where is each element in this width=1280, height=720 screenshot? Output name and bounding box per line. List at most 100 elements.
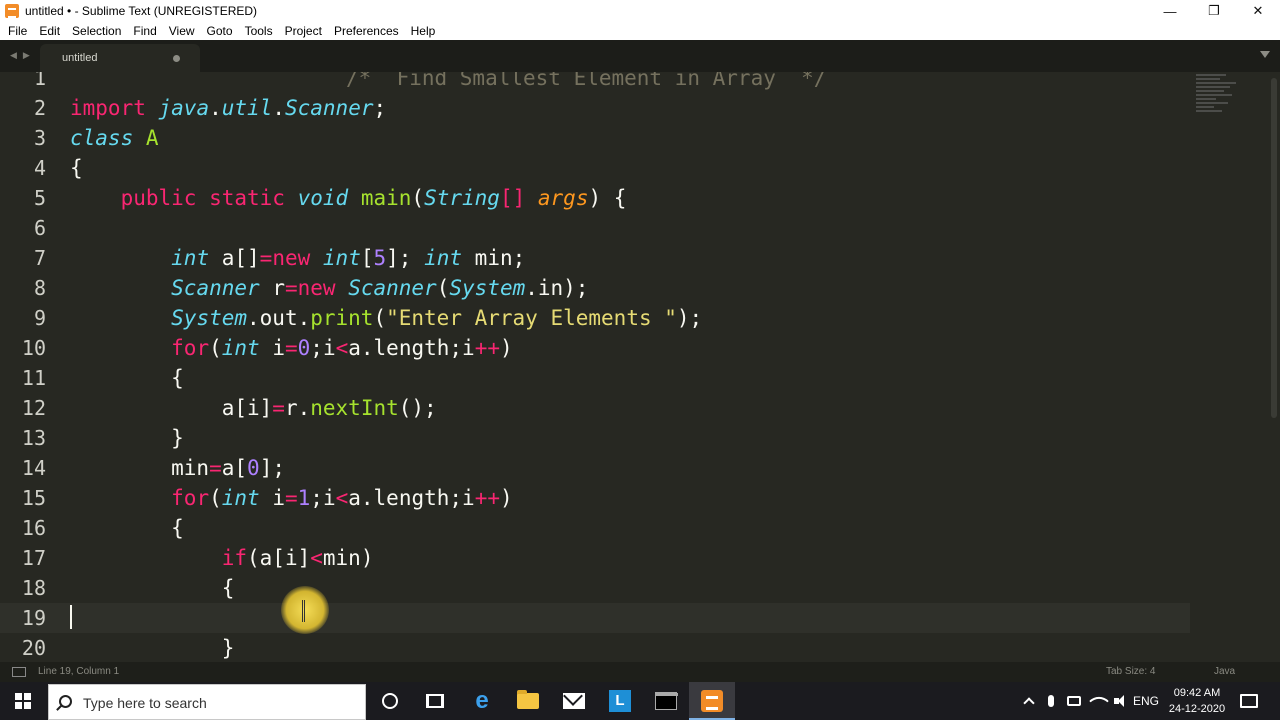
line-number: 4 xyxy=(33,156,46,180)
sublime-app-icon xyxy=(5,4,19,18)
tab-size[interactable]: Tab Size: 4 xyxy=(1106,666,1155,677)
menu-view[interactable]: View xyxy=(163,22,201,40)
microphone-button[interactable] xyxy=(1043,682,1059,720)
minimize-button[interactable]: — xyxy=(1148,0,1192,22)
code-text: class A xyxy=(70,126,159,150)
close-button[interactable]: ✕ xyxy=(1236,0,1280,22)
menu-project[interactable]: Project xyxy=(279,22,328,40)
line-number: 11 xyxy=(21,366,46,390)
menu-selection[interactable]: Selection xyxy=(66,22,127,40)
line-number: 9 xyxy=(33,306,46,330)
code-text: for(int i=0;i<a.length;i++) xyxy=(171,336,513,360)
window-title: untitled • - Sublime Text (UNREGISTERED) xyxy=(25,4,258,18)
window-controls: — ❐ ✕ xyxy=(1148,0,1280,22)
language-label: ENG xyxy=(1132,694,1159,708)
windows-logo-icon xyxy=(15,693,31,709)
language-button[interactable]: ENG xyxy=(1131,682,1161,720)
terminal-icon xyxy=(655,692,678,710)
tray-overflow-button[interactable] xyxy=(1020,682,1038,720)
code-text: System.out.print("Enter Array Elements "… xyxy=(171,306,703,330)
menu-file[interactable]: File xyxy=(2,22,33,40)
l-app-button[interactable]: L xyxy=(597,682,643,720)
line-number: 14 xyxy=(21,456,46,480)
microphone-icon xyxy=(1048,695,1054,707)
tab-nav-arrows[interactable]: ◀▶ xyxy=(10,50,36,61)
menu-preferences[interactable]: Preferences xyxy=(328,22,405,40)
line-number: 16 xyxy=(21,516,46,540)
code-text: { xyxy=(70,156,83,180)
code-text: { xyxy=(70,366,184,390)
panel-toggle-icon[interactable] xyxy=(12,667,26,677)
volume-button[interactable] xyxy=(1111,682,1131,720)
line-number: 1 xyxy=(33,72,46,90)
menu-bar: File Edit Selection Find View Goto Tools… xyxy=(0,22,1280,40)
code-text: { xyxy=(70,516,184,540)
line-number: 5 xyxy=(33,186,46,210)
mail-button[interactable] xyxy=(551,682,597,720)
menu-help[interactable]: Help xyxy=(405,22,442,40)
minimap-line xyxy=(1196,74,1226,76)
line-number: 17 xyxy=(21,546,46,570)
line-number: 7 xyxy=(33,246,46,270)
chevron-up-icon xyxy=(1023,697,1035,709)
line-number: 15 xyxy=(21,486,46,510)
code-editor[interactable]: 1 /* Find Smallest Element in Array */ 2… xyxy=(0,72,1268,662)
syntax-mode[interactable]: Java xyxy=(1214,666,1235,677)
code-line: 17 if(a[i]<min) xyxy=(0,543,1190,573)
vertical-scrollbar[interactable] xyxy=(1268,72,1280,662)
code-line: 13 } xyxy=(0,423,1190,453)
notification-icon xyxy=(1240,694,1258,708)
scrollbar-thumb[interactable] xyxy=(1271,78,1277,418)
tab-strip: ◀▶ untitled xyxy=(0,40,1280,72)
minimap[interactable] xyxy=(1196,74,1244,118)
menu-goto[interactable]: Goto xyxy=(201,22,239,40)
tab-untitled[interactable]: untitled xyxy=(40,44,200,72)
tab-label: untitled xyxy=(62,52,98,64)
action-center-button[interactable] xyxy=(1238,682,1260,720)
network-button[interactable] xyxy=(1089,682,1109,720)
file-explorer-button[interactable] xyxy=(505,682,551,720)
windows-taskbar: Type here to search e L ENG 09:42 AM 24-… xyxy=(0,682,1280,720)
unsaved-dot-icon[interactable] xyxy=(173,55,180,62)
l-app-icon: L xyxy=(609,690,631,712)
line-number: 13 xyxy=(21,426,46,450)
tab-dropdown-icon[interactable] xyxy=(1260,51,1270,58)
terminal-button[interactable] xyxy=(643,682,689,720)
code-text: a[i]=r.nextInt(); xyxy=(70,396,437,420)
edge-icon: e xyxy=(475,687,489,714)
task-view-button[interactable] xyxy=(412,682,458,720)
minimap-line xyxy=(1196,98,1216,100)
line-number: 2 xyxy=(33,96,46,120)
restore-button[interactable]: ❐ xyxy=(1192,0,1236,22)
window-title-bar: untitled • - Sublime Text (UNREGISTERED)… xyxy=(0,0,1280,22)
code-line: 11 { xyxy=(0,363,1190,393)
code-line: 3 class A xyxy=(0,123,1190,153)
search-icon xyxy=(59,695,72,708)
menu-edit[interactable]: Edit xyxy=(33,22,66,40)
line-number: 12 xyxy=(21,396,46,420)
edge-button[interactable]: e xyxy=(459,682,505,720)
code-line: 15 for(int i=1;i<a.length;i++) xyxy=(0,483,1190,513)
line-number: 6 xyxy=(33,216,46,240)
line-number: 8 xyxy=(33,276,46,300)
cortana-button[interactable] xyxy=(367,682,413,720)
battery-button[interactable] xyxy=(1064,682,1084,720)
line-number: 10 xyxy=(21,336,46,360)
start-button[interactable] xyxy=(0,682,46,720)
sublime-text-button[interactable] xyxy=(689,682,735,720)
code-line: 7 int a[]=new int[5]; int min; xyxy=(0,243,1190,273)
speaker-icon xyxy=(1114,695,1128,707)
search-placeholder: Type here to search xyxy=(83,695,207,711)
menu-find[interactable]: Find xyxy=(127,22,162,40)
minimap-line xyxy=(1196,78,1220,80)
task-view-icon xyxy=(426,694,444,708)
taskbar-clock[interactable]: 09:42 AM 24-12-2020 xyxy=(1160,685,1234,717)
menu-tools[interactable]: Tools xyxy=(239,22,279,40)
code-text: { xyxy=(70,576,235,600)
code-text: import java.util.Scanner; xyxy=(70,96,387,120)
taskbar-search-box[interactable]: Type here to search xyxy=(48,684,366,720)
code-line: 12 a[i]=r.nextInt(); xyxy=(0,393,1190,423)
code-line: 16 { xyxy=(0,513,1190,543)
code-text: for(int i=1;i<a.length;i++) xyxy=(171,486,513,510)
code-text: int a[]=new int[5]; int min; xyxy=(171,246,526,270)
